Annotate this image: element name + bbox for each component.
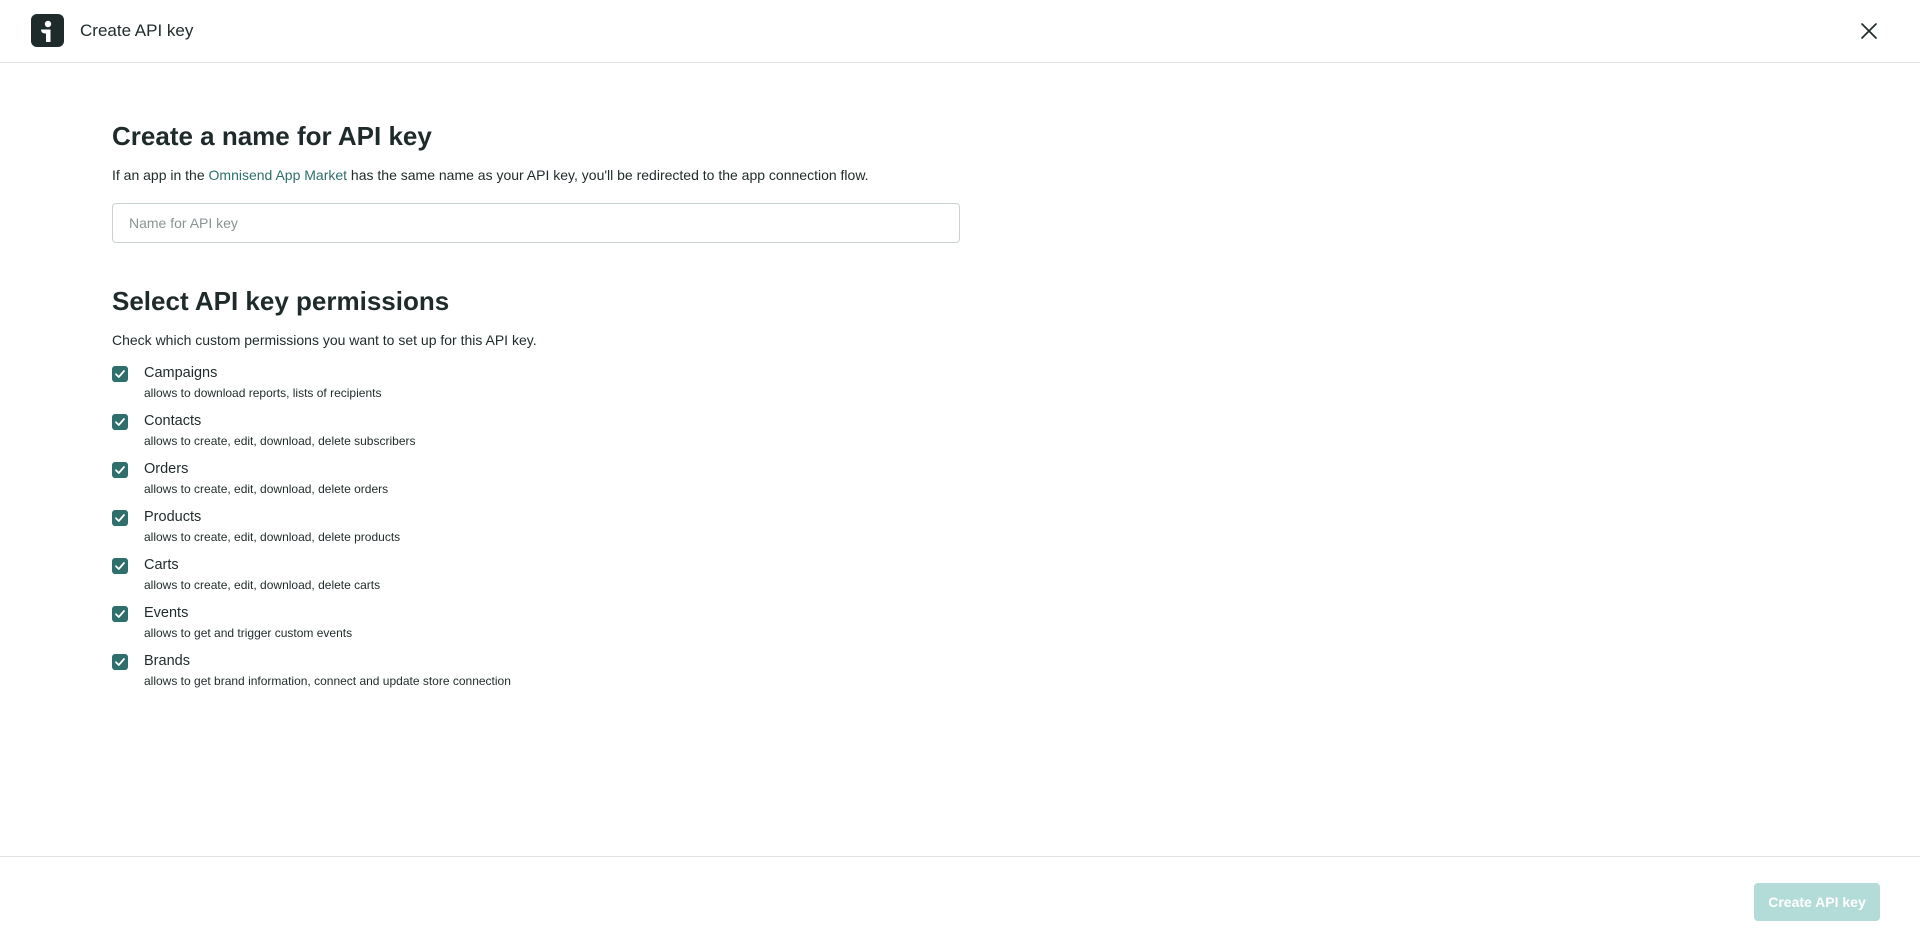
header: Create API key	[0, 0, 1920, 63]
create-api-key-page: Create API key Create a name for API key…	[0, 0, 1920, 945]
checkmark-icon	[115, 514, 125, 522]
permission-description: allows to create, edit, download, delete…	[144, 530, 401, 544]
permission-label: Brands	[144, 653, 190, 669]
permission-orders: Orders allows to create, edit, download,…	[112, 460, 972, 508]
checkmark-icon	[115, 658, 125, 666]
checkmark-icon	[115, 610, 125, 618]
checkmark-icon	[115, 562, 125, 570]
permission-description: allows to get brand information, connect…	[144, 674, 511, 688]
checkmark-icon	[115, 466, 125, 474]
close-button[interactable]	[1856, 18, 1882, 44]
app-market-link[interactable]: Omnisend App Market	[209, 167, 348, 183]
close-icon	[1861, 23, 1877, 39]
permission-brands: Brands allows to get brand information, …	[112, 652, 972, 700]
permission-label: Carts	[144, 557, 179, 573]
permission-label: Events	[144, 605, 189, 621]
orders-checkbox[interactable]	[112, 462, 128, 478]
permission-carts: Carts allows to create, edit, download, …	[112, 556, 972, 604]
checkmark-icon	[115, 370, 125, 378]
carts-checkbox[interactable]	[112, 558, 128, 574]
contacts-checkbox[interactable]	[112, 414, 128, 430]
intro-text-before: If an app in the	[112, 167, 209, 183]
name-section-title: Create a name for API key	[112, 121, 432, 151]
permission-campaigns: Campaigns allows to download reports, li…	[112, 364, 972, 412]
permission-description: allows to create, edit, download, delete…	[144, 434, 416, 448]
api-key-name-input[interactable]	[112, 203, 960, 243]
permission-description: allows to create, edit, download, delete…	[144, 482, 389, 496]
name-section-intro: If an app in the Omnisend App Market has…	[112, 166, 972, 184]
checkmark-icon	[115, 418, 125, 426]
permissions-section-subtitle: Check which custom permissions you want …	[112, 332, 537, 348]
main-content: Create a name for API key If an app in t…	[112, 120, 972, 700]
intro-text-after: has the same name as your API key, you'l…	[347, 167, 869, 183]
campaigns-checkbox[interactable]	[112, 366, 128, 382]
permission-description: allows to get and trigger custom events	[144, 626, 353, 640]
permission-description: allows to download reports, lists of rec…	[144, 386, 382, 400]
permission-events: Events allows to get and trigger custom …	[112, 604, 972, 652]
permission-products: Products allows to create, edit, downloa…	[112, 508, 972, 556]
dialog-title: Create API key	[80, 21, 194, 40]
permissions-section-title: Select API key permissions	[112, 286, 450, 316]
permission-label: Products	[144, 509, 202, 525]
permissions-list: Campaigns allows to download reports, li…	[112, 364, 972, 700]
permission-contacts: Contacts allows to create, edit, downloa…	[112, 412, 972, 460]
create-api-key-button[interactable]: Create API key	[1754, 883, 1880, 921]
products-checkbox[interactable]	[112, 510, 128, 526]
permission-label: Campaigns	[144, 365, 218, 381]
footer: Create API key	[0, 856, 1920, 945]
permission-description: allows to create, edit, download, delete…	[144, 578, 381, 592]
brands-checkbox[interactable]	[112, 654, 128, 670]
events-checkbox[interactable]	[112, 606, 128, 622]
permission-label: Contacts	[144, 413, 202, 429]
omnisend-logo-icon	[31, 14, 64, 47]
permission-label: Orders	[144, 461, 189, 477]
